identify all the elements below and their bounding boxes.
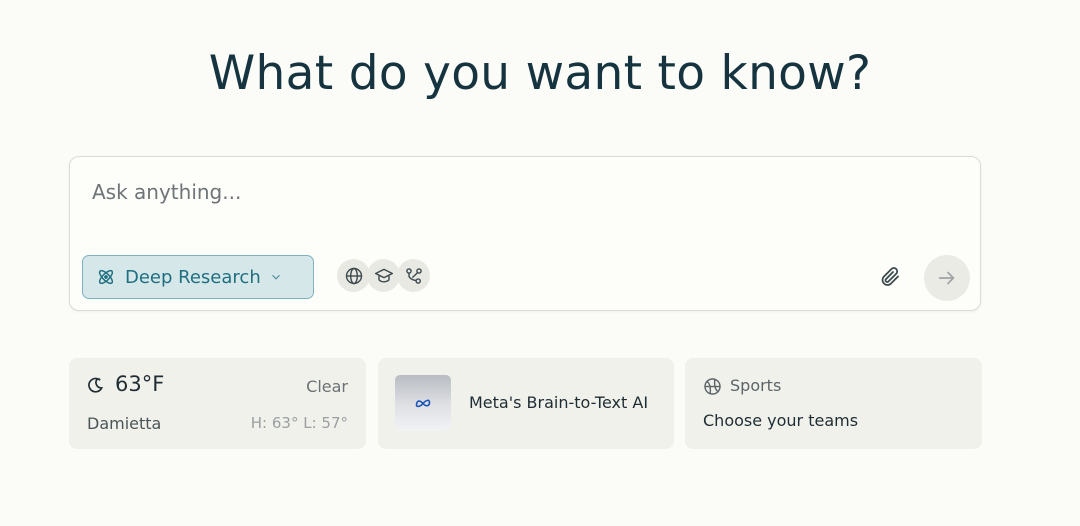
news-thumbnail [395, 375, 451, 431]
deep-research-button[interactable]: Deep Research [82, 255, 314, 299]
paperclip-icon[interactable] [878, 265, 902, 289]
search-input[interactable] [92, 175, 952, 209]
news-title: Meta's Brain-to-Text AI [469, 393, 649, 412]
sports-label: Sports [730, 376, 782, 395]
academic-source-button[interactable] [367, 259, 400, 292]
weather-high-low: H: 63° L: 57° [250, 414, 348, 432]
news-card[interactable]: Meta's Brain-to-Text AI [378, 358, 674, 449]
meta-logo-icon [415, 399, 431, 408]
graduation-cap-icon [374, 268, 393, 283]
mode-label: Deep Research [125, 266, 261, 288]
atom-icon [98, 269, 114, 285]
ask-box: Deep Research [69, 156, 981, 311]
weather-temperature: 63°F [115, 372, 165, 396]
network-icon [405, 267, 422, 284]
submit-button[interactable] [924, 255, 970, 301]
sports-card[interactable]: Sports Choose your teams [685, 358, 982, 449]
basketball-icon [704, 378, 721, 395]
sports-subtitle: Choose your teams [703, 411, 859, 430]
weather-widget[interactable]: 63°F Clear Damietta H: 63° L: 57° [69, 358, 366, 449]
arrow-right-icon [938, 271, 955, 285]
page-title: What do you want to know? [208, 46, 872, 101]
moon-icon [88, 377, 103, 393]
globe-icon [345, 267, 362, 284]
home-page: What do you want to know? Deep Research [0, 0, 1080, 526]
web-source-button[interactable] [337, 259, 370, 292]
weather-city: Damietta [87, 414, 162, 433]
social-source-button[interactable] [397, 259, 430, 292]
chevron-down-icon [271, 274, 280, 280]
weather-condition: Clear [306, 377, 348, 396]
source-tools [337, 259, 430, 292]
